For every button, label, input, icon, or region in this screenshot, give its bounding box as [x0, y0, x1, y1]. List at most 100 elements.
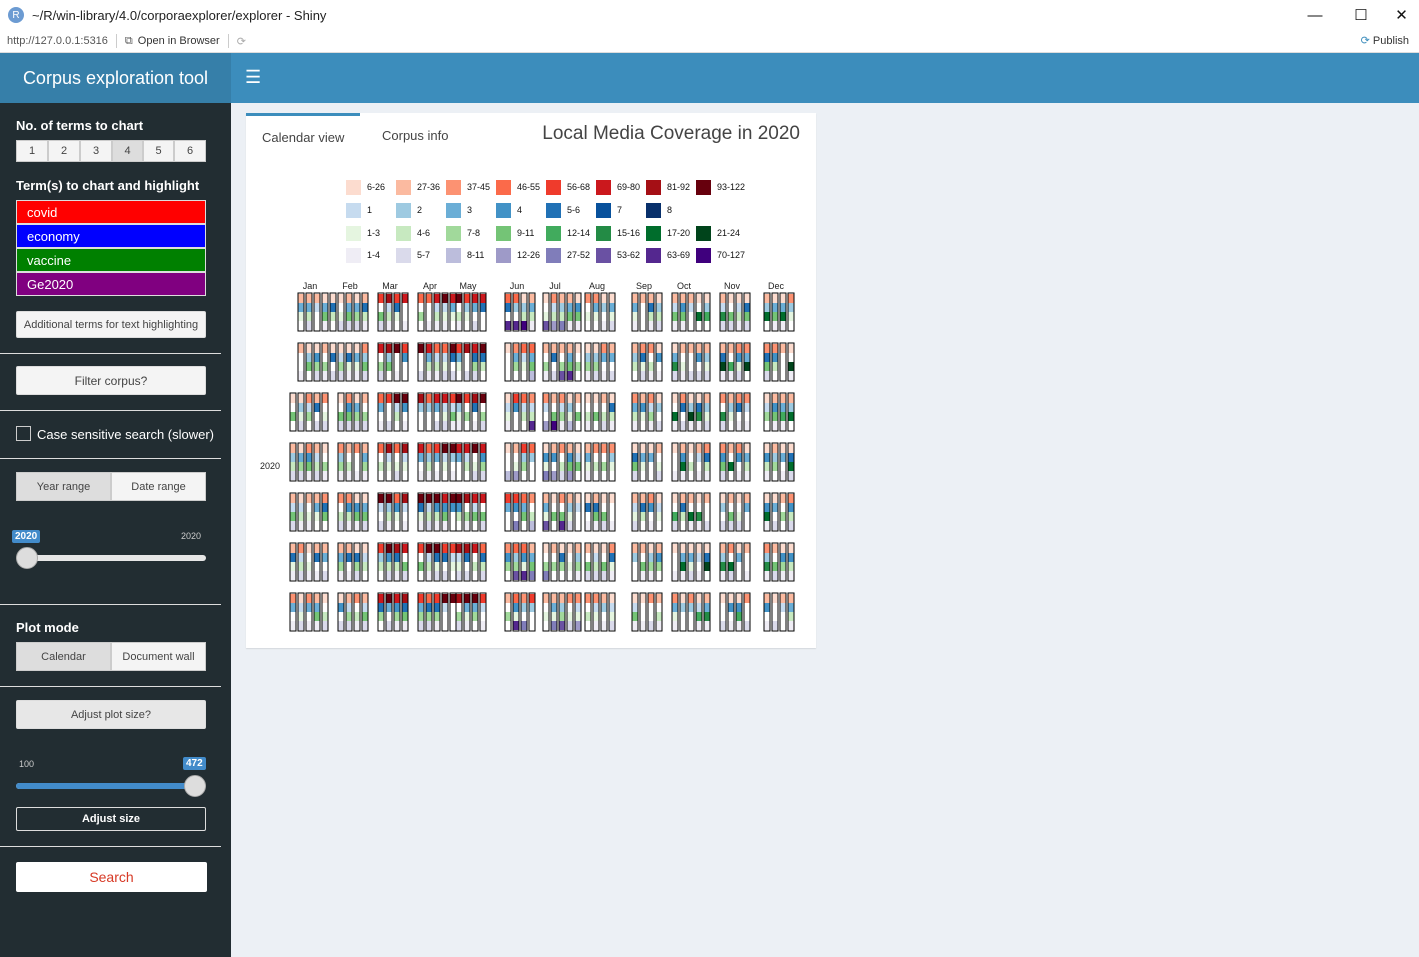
calendar-day[interactable]: [647, 492, 655, 532]
calendar-day[interactable]: [639, 342, 647, 382]
calendar-day[interactable]: [779, 342, 787, 382]
calendar-day[interactable]: [463, 292, 471, 332]
calendar-day[interactable]: [727, 542, 735, 582]
calendar-day[interactable]: [727, 442, 735, 482]
calendar-day[interactable]: [687, 392, 695, 432]
calendar-day[interactable]: [687, 492, 695, 532]
calendar-day[interactable]: [574, 592, 582, 632]
calendar-day[interactable]: [520, 542, 528, 582]
term-input-4[interactable]: Ge2020: [16, 272, 206, 296]
calendar-day[interactable]: [763, 392, 771, 432]
calendar-day[interactable]: [385, 542, 393, 582]
calendar-day[interactable]: [727, 342, 735, 382]
calendar-day[interactable]: [584, 592, 592, 632]
calendar-day[interactable]: [703, 492, 711, 532]
calendar-day[interactable]: [425, 442, 433, 482]
calendar-day[interactable]: [631, 542, 639, 582]
year-slider-track[interactable]: [16, 555, 206, 561]
calendar-day[interactable]: [779, 442, 787, 482]
calendar-day[interactable]: [471, 392, 479, 432]
calendar-day[interactable]: [512, 342, 520, 382]
calendar-day[interactable]: [735, 442, 743, 482]
calendar-day[interactable]: [574, 392, 582, 432]
calendar-day[interactable]: [321, 542, 329, 582]
calendar-day[interactable]: [463, 342, 471, 382]
case-sensitive-checkbox[interactable]: [16, 426, 31, 441]
num-terms-option[interactable]: 5: [143, 140, 174, 162]
calendar-day[interactable]: [393, 342, 401, 382]
calendar-day[interactable]: [779, 392, 787, 432]
calendar-day[interactable]: [763, 442, 771, 482]
calendar-day[interactable]: [655, 592, 663, 632]
calendar-day[interactable]: [353, 592, 361, 632]
calendar-day[interactable]: [504, 592, 512, 632]
calendar-day[interactable]: [297, 292, 305, 332]
calendar-day[interactable]: [542, 392, 550, 432]
calendar-day[interactable]: [671, 492, 679, 532]
year-range-tab[interactable]: Year range: [16, 472, 111, 501]
calendar-day[interactable]: [566, 392, 574, 432]
calendar-day[interactable]: [345, 442, 353, 482]
calendar-day[interactable]: [512, 592, 520, 632]
calendar-day[interactable]: [417, 492, 425, 532]
calendar-day[interactable]: [550, 542, 558, 582]
calendar-day[interactable]: [600, 492, 608, 532]
calendar-day[interactable]: [425, 592, 433, 632]
calendar-day[interactable]: [542, 592, 550, 632]
calendar-day[interactable]: [608, 492, 616, 532]
publish-button[interactable]: ⟳ Publish: [1361, 34, 1409, 47]
calendar-day[interactable]: [558, 292, 566, 332]
calendar-day[interactable]: [584, 442, 592, 482]
calendar-day[interactable]: [361, 392, 369, 432]
calendar-day[interactable]: [463, 392, 471, 432]
calendar-day[interactable]: [433, 442, 441, 482]
hamburger-menu-icon[interactable]: ☰: [245, 67, 261, 88]
calendar-day[interactable]: [455, 342, 463, 382]
calendar-day[interactable]: [558, 492, 566, 532]
calendar-day[interactable]: [504, 342, 512, 382]
calendar-day[interactable]: [687, 542, 695, 582]
calendar-day[interactable]: [558, 442, 566, 482]
additional-terms-button[interactable]: Additional terms for text highlighting: [16, 311, 206, 338]
size-slider-handle[interactable]: [184, 775, 206, 797]
calendar-day[interactable]: [647, 592, 655, 632]
calendar-day[interactable]: [479, 542, 487, 582]
calendar-day[interactable]: [719, 292, 727, 332]
close-icon[interactable]: ✕: [1384, 0, 1419, 30]
calendar-day[interactable]: [647, 442, 655, 482]
calendar-day[interactable]: [671, 542, 679, 582]
calendar-day[interactable]: [385, 342, 393, 382]
calendar-day[interactable]: [743, 542, 751, 582]
calendar-day[interactable]: [313, 592, 321, 632]
calendar-mode-button[interactable]: Calendar: [16, 642, 111, 671]
calendar-day[interactable]: [743, 392, 751, 432]
calendar-day[interactable]: [558, 592, 566, 632]
term-input-3[interactable]: vaccine: [16, 248, 206, 272]
calendar-day[interactable]: [463, 442, 471, 482]
calendar-day[interactable]: [353, 392, 361, 432]
calendar-day[interactable]: [455, 292, 463, 332]
calendar-day[interactable]: [441, 492, 449, 532]
calendar-day[interactable]: [574, 442, 582, 482]
calendar-day[interactable]: [771, 592, 779, 632]
calendar-day[interactable]: [584, 392, 592, 432]
calendar-day[interactable]: [393, 542, 401, 582]
calendar-day[interactable]: [763, 542, 771, 582]
calendar-day[interactable]: [727, 592, 735, 632]
calendar-day[interactable]: [393, 392, 401, 432]
calendar-day[interactable]: [305, 292, 313, 332]
calendar-day[interactable]: [449, 392, 457, 432]
calendar-day[interactable]: [695, 292, 703, 332]
calendar-day[interactable]: [441, 342, 449, 382]
calendar-day[interactable]: [479, 592, 487, 632]
calendar-day[interactable]: [471, 292, 479, 332]
calendar-day[interactable]: [787, 492, 795, 532]
open-in-browser-link[interactable]: Open in Browser: [138, 35, 220, 47]
calendar-day[interactable]: [361, 292, 369, 332]
calendar-day[interactable]: [574, 492, 582, 532]
calendar-day[interactable]: [727, 392, 735, 432]
calendar-day[interactable]: [550, 492, 558, 532]
calendar-day[interactable]: [655, 392, 663, 432]
calendar-day[interactable]: [449, 592, 457, 632]
calendar-day[interactable]: [743, 442, 751, 482]
